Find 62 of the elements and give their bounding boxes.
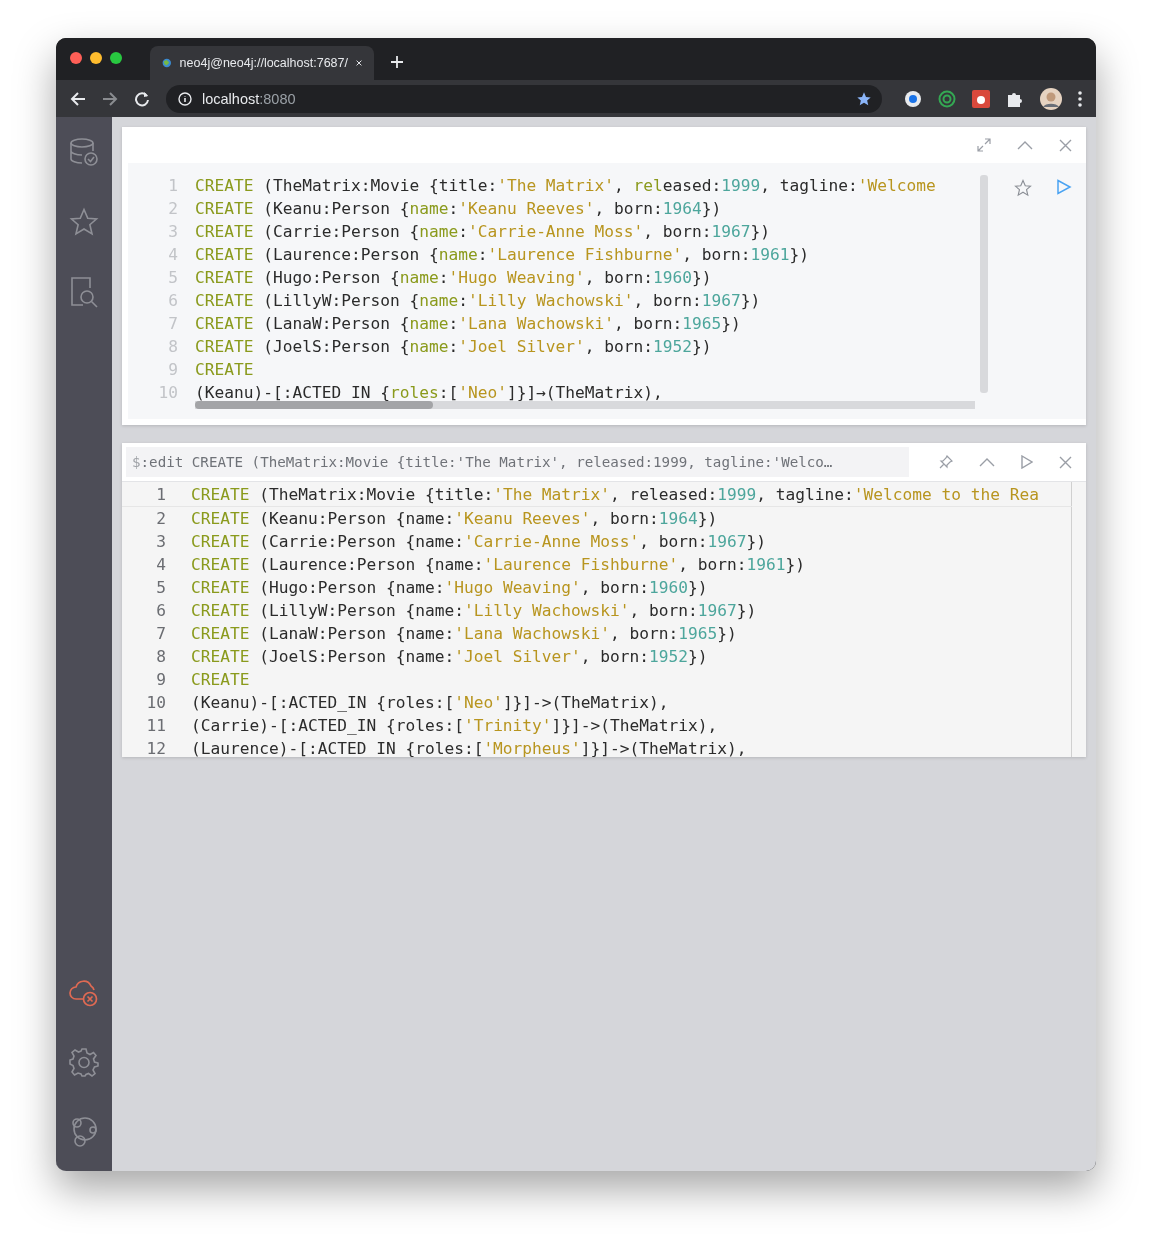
code-line: CREATE (Carrie:Person {name:'Carrie-Anne Moss', born:1967}) (195, 222, 771, 241)
tab-title: neo4j@neo4j://localhost:7687/ (179, 56, 348, 70)
line-number: 6 (155, 601, 167, 620)
line-number: 9 (155, 670, 167, 689)
line-number: 1 (155, 485, 167, 504)
new-tab-icon[interactable] (390, 55, 404, 69)
code-line: CREATE (JoelS:Person {name:'Joel Silver', born:1952}) (195, 337, 712, 356)
reload-icon[interactable] (134, 90, 150, 107)
command-field[interactable]: $:edit CREATE (TheMatrix:Movie {title:'The Matrix', released:1999, tagline:'Welco… (126, 447, 909, 477)
expand-icon[interactable] (977, 138, 991, 152)
code-line: (Carrie)-[:ACTED_IN {roles:['Trinity']}]->(TheMatrix), (191, 716, 718, 735)
code-line: CREATE (Keanu:Person {name:'Keanu Reeves', born:1964}) (195, 199, 722, 218)
scrollbar[interactable] (980, 175, 988, 393)
code-line: CREATE (JoelS:Person {name:'Joel Silver', born:1952}) (191, 647, 708, 666)
close-window-icon[interactable] (70, 52, 82, 64)
code-line: (Keanu)-[:ACTED_IN {roles:['Neo']}]->(TheMatrix), (191, 693, 669, 712)
scrollbar[interactable] (195, 401, 975, 409)
line-number: 10 (145, 693, 167, 712)
avatar-icon[interactable] (1040, 87, 1062, 110)
line-number: 11 (145, 716, 167, 735)
target-icon[interactable] (938, 89, 956, 108)
menu-icon[interactable] (1078, 90, 1082, 107)
code-line: (Keanu)-[:ACTED_IN {roles:['Neo']}]→(TheMatrix), (195, 383, 663, 402)
code-line: CREATE (Hugo:Person {name:'Hugo Weaving', born:1960}) (191, 578, 708, 597)
forward-icon[interactable] (102, 90, 118, 107)
pin-icon[interactable] (939, 455, 953, 469)
code-line: CREATE (Keanu:Person {name:'Keanu Reeves', born:1964}) (191, 509, 718, 528)
code-line: (Laurence)-[:ACTED_IN {roles:['Morpheus']}]->(TheMatrix), (191, 739, 747, 757)
code-line: CREATE (TheMatrix:Movie {title:'The Matrix', released:1999, tagline:'Welcome to the Rea (191, 485, 1039, 504)
favorite-star-icon[interactable] (1014, 179, 1032, 197)
code-line: CREATE (195, 360, 254, 379)
code-line: CREATE (LanaW:Person {name:'Lana Wachowski', born:1965}) (195, 314, 741, 333)
line-number: 12 (145, 739, 167, 757)
collapse-icon[interactable] (979, 457, 995, 467)
play-icon[interactable] (1021, 455, 1033, 469)
back-icon[interactable] (70, 90, 86, 107)
address-field[interactable]: localhost:8080 (166, 84, 882, 113)
code-line: CREATE (Laurence:Person {name:'Laurence Fishburne', born:1961}) (195, 245, 810, 264)
line-number: 3 (155, 532, 167, 551)
bookmark-star-icon[interactable] (856, 90, 872, 107)
maximize-window-icon[interactable] (110, 52, 122, 64)
collapse-icon[interactable] (1017, 140, 1033, 150)
code-line: CREATE (191, 670, 250, 689)
code-line: CREATE (LanaW:Person {name:'Lana Wachowski', born:1965}) (191, 624, 737, 643)
code-line: CREATE (Hugo:Person {name:'Hugo Weaving', born:1960}) (195, 268, 712, 287)
close-icon[interactable] (356, 58, 362, 68)
play-icon[interactable] (1056, 179, 1072, 195)
extension-icon[interactable] (972, 89, 990, 108)
line-number: 4 (155, 555, 167, 574)
info-icon (178, 91, 192, 106)
code-line: CREATE (Carrie:Person {name:'Carrie-Anne Moss', born:1967}) (191, 532, 767, 551)
browser-tab[interactable]: neo4j@neo4j://localhost:7687/ (150, 46, 374, 80)
code-line: CREATE (LillyW:Person {name:'Lilly Wachowski', born:1967}) (191, 601, 757, 620)
line-number: 8 (155, 647, 167, 666)
line-number: 7 (155, 624, 167, 643)
line-number: 5 (155, 578, 167, 597)
code-line: CREATE (Laurence:Person {name:'Laurence Fishburne', born:1961}) (191, 555, 806, 574)
line-number: 2 (155, 509, 167, 528)
code-line: CREATE (TheMatrix:Movie {title:'The Matrix', released:1999, tagline:'Welcome (195, 176, 936, 195)
minimize-window-icon[interactable] (90, 52, 102, 64)
extension-icon[interactable] (904, 89, 922, 108)
code-line: CREATE (LillyW:Person {name:'Lilly Wachowski', born:1967}) (195, 291, 761, 310)
